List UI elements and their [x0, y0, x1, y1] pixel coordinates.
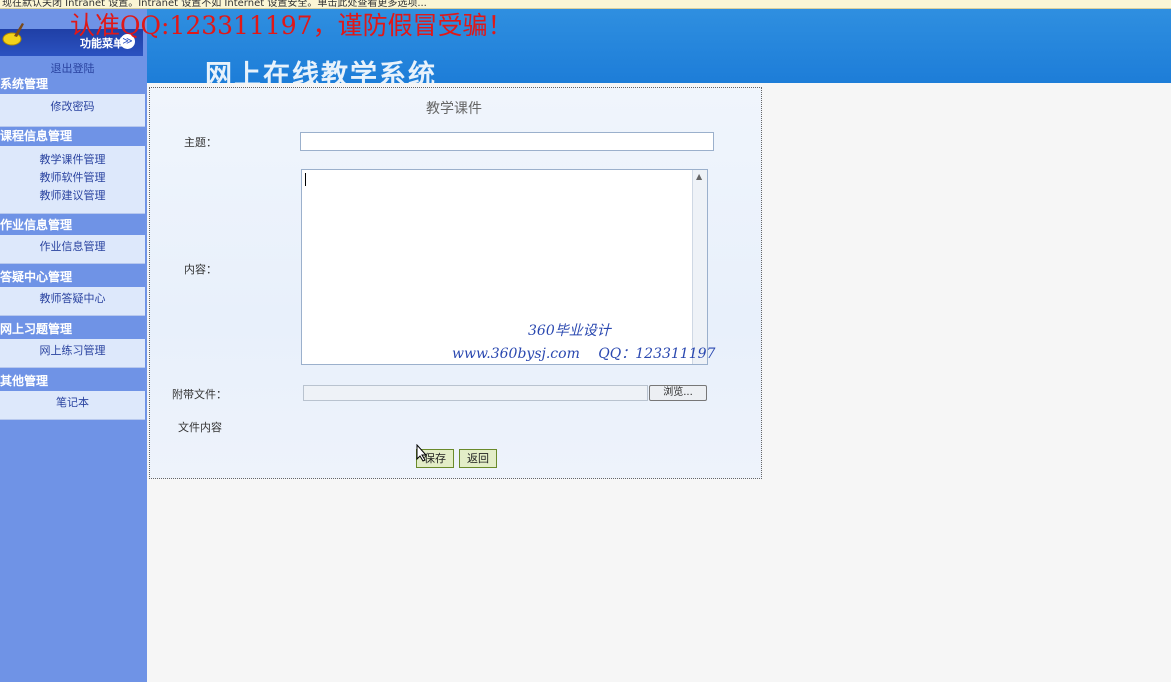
menu-item-homework[interactable]: 作业信息管理: [0, 238, 145, 256]
menu-item-courseware[interactable]: 教学课件管理: [0, 151, 145, 169]
qq-warning-watermark: 认准QQ:123311197，谨防假冒受骗！: [70, 11, 513, 40]
section-homework: 作业信息管理: [0, 218, 73, 232]
section-system-items: 修改密码: [0, 94, 145, 127]
courseware-form: 教学课件 主题： 内容： ▲ 360毕业设计 www.360bysj.com Q…: [149, 87, 762, 479]
textarea-scrollbar[interactable]: ▲: [692, 170, 707, 364]
section-other-items: 笔记本: [0, 391, 145, 420]
section-qa-items: 教师答疑中心: [0, 287, 145, 316]
scroll-up-icon[interactable]: ▲: [696, 172, 702, 181]
subject-input[interactable]: [300, 132, 714, 151]
site-title: 网上在线教学系统: [205, 60, 437, 83]
file-content-label: 文件内容: [178, 421, 222, 434]
section-qa: 答疑中心管理: [0, 270, 73, 284]
subject-label: 主题：: [184, 136, 217, 149]
menu-item-qa-center[interactable]: 教师答疑中心: [0, 290, 145, 308]
brush-logo-icon: [2, 23, 24, 46]
menu-item-notebook[interactable]: 笔记本: [0, 394, 145, 412]
menu-item-change-password[interactable]: 修改密码: [0, 98, 145, 116]
file-path-field[interactable]: [303, 385, 648, 401]
menu-item-exercise[interactable]: 网上练习管理: [0, 342, 145, 360]
sidebar: 功能菜单 ≫ 退出登陆 系统管理 修改密码 课程信息管理 教学课件管理 教师软件…: [0, 9, 147, 682]
attach-label: 附带文件：: [172, 388, 227, 401]
browse-button[interactable]: 浏览...: [649, 385, 707, 401]
menu-item-software[interactable]: 教师软件管理: [0, 169, 145, 187]
content-textarea[interactable]: ▲: [301, 169, 708, 365]
section-system: 系统管理: [0, 77, 49, 91]
content-label: 内容：: [184, 263, 217, 276]
section-homework-items: 作业信息管理: [0, 235, 145, 264]
section-course: 课程信息管理: [0, 129, 73, 143]
back-button[interactable]: 返回: [459, 449, 497, 468]
menu-item-suggestion[interactable]: 教师建议管理: [0, 187, 145, 205]
section-course-items: 教学课件管理 教师软件管理 教师建议管理: [0, 146, 145, 214]
section-exercise-items: 网上练习管理: [0, 339, 145, 368]
section-exercise: 网上习题管理: [0, 322, 73, 336]
text-caret: [305, 173, 306, 186]
mouse-pointer-icon: [416, 444, 428, 462]
section-other: 其他管理: [0, 374, 49, 388]
form-title: 教学课件: [426, 101, 482, 117]
watermark-contact: www.360bysj.com QQ：123311197: [452, 346, 716, 362]
watermark-brand: 360毕业设计: [528, 323, 611, 339]
